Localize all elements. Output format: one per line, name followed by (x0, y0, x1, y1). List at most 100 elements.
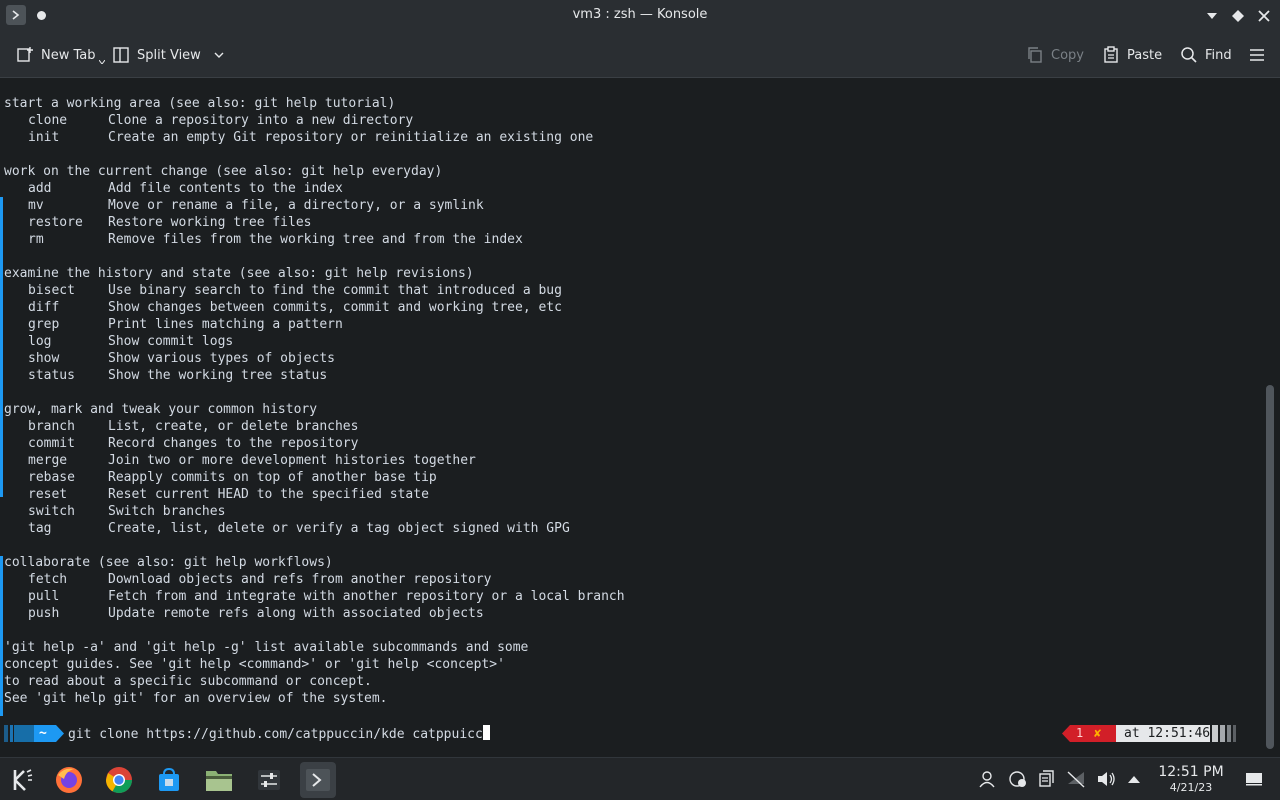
command-description: Clone a repository into a new directory (108, 113, 414, 128)
store-button[interactable] (151, 762, 187, 798)
new-tab-button[interactable]: New Tab (16, 42, 105, 68)
command-name: diff (28, 300, 60, 315)
hamburger-menu-icon (1250, 49, 1264, 61)
command-row: merge Join two or more development histor… (4, 452, 625, 469)
command-name: show (28, 351, 60, 366)
split-view-icon (113, 47, 129, 63)
command-name: add (28, 181, 52, 196)
terminal-view[interactable]: start a working area (see also: git help… (0, 79, 1262, 757)
copy-icon (1028, 47, 1042, 63)
user-icon[interactable] (977, 769, 997, 789)
volume-icon[interactable] (1096, 769, 1116, 789)
split-view-button[interactable]: Split View (112, 42, 224, 68)
command-row: status Show the working tree status (4, 367, 625, 384)
command-description: Move or rename a file, a directory, or a… (108, 198, 484, 213)
command-row: push Update remote refs along with associ… (4, 605, 625, 622)
command-row: reset Reset current HEAD to the specified… (4, 486, 625, 503)
chrome-icon (105, 767, 133, 794)
paste-label: Paste (1127, 47, 1163, 63)
section-heading: grow, mark and tweak your common history (4, 402, 318, 417)
command-description: Reapply commits on top of another base t… (108, 470, 437, 485)
terminal-output: start a working area (see also: git help… (4, 95, 625, 707)
command-row: init Create an empty Git repository or re… (4, 129, 625, 146)
toolbar: New Tab Split View Copy Paste Find (0, 32, 1280, 78)
chrome-button[interactable] (101, 762, 137, 798)
hamburger-menu-button[interactable] (1248, 42, 1266, 68)
command-name: merge (28, 453, 68, 468)
digital-clock[interactable]: 12:51 PM 4/21/23 (1150, 764, 1232, 794)
maximize-button[interactable] (1230, 8, 1246, 24)
konsole-task-button[interactable] (300, 762, 336, 798)
command-name: mv (28, 198, 44, 213)
command-description: Reset current HEAD to the specified stat… (108, 487, 429, 502)
folder-icon (206, 771, 232, 791)
text-cursor (482, 725, 490, 740)
command-row: add Add file contents to the index (4, 180, 625, 197)
command-name: status (28, 368, 75, 383)
find-label: Find (1205, 47, 1232, 63)
copy-button[interactable]: Copy (1026, 42, 1084, 68)
prompt-line[interactable]: ~ git clone https://github.com/catppucci… (0, 725, 1262, 742)
command-description: Join two or more development histories t… (108, 453, 476, 468)
command-name: pull (28, 589, 60, 604)
command-row: restore Restore working tree files (4, 214, 625, 231)
command-row: clone Clone a repository into a new direc… (4, 112, 625, 129)
clipboard-icon[interactable] (1036, 769, 1056, 789)
command-description: Create, list, delete or verify a tag obj… (108, 521, 570, 536)
command-description: Restore working tree files (108, 215, 312, 230)
command-description: Add file contents to the index (108, 181, 343, 196)
close-button[interactable] (1256, 8, 1272, 24)
network-disconnected-icon[interactable] (1066, 769, 1086, 789)
settings-icon (258, 770, 280, 790)
updates-icon[interactable] (1008, 769, 1028, 789)
chevron-down-icon (98, 60, 105, 64)
command-description: Download objects and refs from another r… (108, 572, 492, 587)
split-view-label: Split View (137, 47, 201, 63)
copy-label: Copy (1051, 47, 1084, 63)
show-desktop-icon[interactable] (1244, 769, 1264, 789)
tray-expand-icon[interactable] (1124, 769, 1144, 789)
command-description: Show commit logs (108, 334, 234, 349)
section-heading: examine the history and state (see also:… (4, 266, 474, 281)
title-bar: vm3 : zsh — Konsole (0, 0, 1280, 32)
command-description: Record changes to the repository (108, 436, 359, 451)
command-name: branch (28, 419, 75, 434)
file-manager-button[interactable] (201, 762, 237, 798)
scrollbar-thumb[interactable] (1266, 385, 1274, 749)
section-heading: start a working area (see also: git help… (4, 96, 396, 111)
window-title: vm3 : zsh — Konsole (572, 7, 708, 22)
clock-date: 4/21/23 (1169, 781, 1213, 794)
command-row: show Show various types of objects (4, 350, 625, 367)
prompt-time: at 12:51:46 (1124, 726, 1211, 741)
command-row: fetch Download objects and refs from anot… (4, 571, 625, 588)
footer-line: See 'git help git' for an overview of th… (4, 691, 388, 706)
prompt-dir: ~ (39, 726, 47, 741)
command-row: mv Move or rename a file, a directory, or… (4, 197, 625, 214)
command-name: init (28, 130, 60, 145)
exit-code: 1 (1076, 726, 1084, 740)
firefox-icon (56, 767, 82, 793)
command-name: fetch (28, 572, 68, 587)
kde-launcher-button[interactable] (4, 762, 40, 798)
command-description: Print lines matching a pattern (108, 317, 343, 332)
command-row: diff Show changes between commits, commit… (4, 299, 625, 316)
system-settings-button[interactable] (251, 762, 287, 798)
command-description: Update remote refs along with associated… (108, 606, 484, 621)
footer-line: 'git help -a' and 'git help -g' list ava… (4, 640, 529, 655)
minimize-button[interactable] (1204, 8, 1220, 24)
firefox-button[interactable] (51, 762, 87, 798)
prompt-command: git clone https://github.com/catppuccin/… (68, 725, 490, 743)
new-tab-icon (17, 47, 33, 62)
command-description: Create an empty Git repository or reinit… (108, 130, 594, 145)
command-description: Use binary search to find the commit tha… (108, 283, 562, 298)
footer-line: concept guides. See 'git help <command>'… (4, 657, 505, 672)
command-row: switch Switch branches (4, 503, 625, 520)
prompt-dir-segment: ~ (4, 725, 64, 742)
command-name: tag (28, 521, 52, 536)
terminal-scrollbar[interactable] (1262, 79, 1280, 757)
command-description: Remove files from the working tree and f… (108, 232, 523, 247)
paste-button[interactable]: Paste (1102, 42, 1162, 68)
find-button[interactable]: Find (1180, 42, 1232, 68)
